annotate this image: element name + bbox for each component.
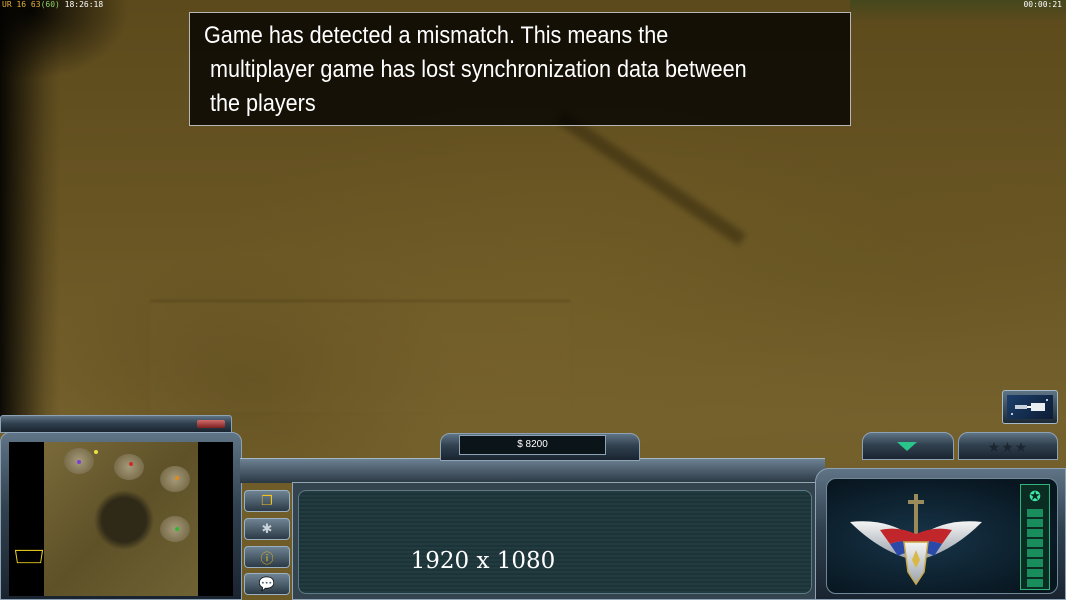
chat-icon: 💬: [258, 576, 276, 591]
radar-minimap[interactable]: [9, 442, 233, 596]
debug-clock: 18:26:18: [64, 0, 104, 9]
radar-top-strip: [0, 415, 232, 433]
resolution-text: 1920 x 1080: [410, 548, 556, 574]
debug-stats-values: 16 63: [16, 0, 41, 9]
command-bar: $ 8200 ❐ ✱ ⓘ 💬 1920 x 1080 ★★★ ✪: [0, 390, 1066, 600]
rank-segment: [1027, 539, 1043, 547]
dirt-road: [150, 300, 570, 412]
minimap-unit: [94, 450, 98, 454]
command-panel: [298, 490, 812, 594]
money-display: $ 8200: [459, 435, 606, 455]
minimap-base: [114, 454, 144, 480]
power-indicator: [197, 420, 225, 428]
rank-segment: [1027, 519, 1043, 527]
tire-track: [556, 111, 747, 246]
rank-segment: [1027, 549, 1043, 557]
minimap-unit: [175, 527, 179, 531]
down-arrow-icon: [897, 442, 917, 451]
minimap-unit: [77, 460, 81, 464]
alert-icon: ⓘ: [260, 550, 274, 566]
mismatch-line-3: the players: [210, 90, 316, 117]
minimap-unit: [175, 476, 179, 480]
debug-stats: UR 16 63(60) 18:26:18: [2, 0, 103, 9]
game-timer: 00:00:21: [1023, 0, 1062, 9]
satellite-view-button[interactable]: [1002, 390, 1058, 424]
windows-icon: ❐: [261, 493, 273, 508]
mismatch-message-box: Game has detected a mismatch. This means…: [189, 12, 851, 126]
minimap-unit: [129, 462, 133, 466]
debug-ur-label: UR: [2, 0, 12, 9]
mismatch-line-2: multiplayer game has lost synchronizatio…: [210, 56, 747, 83]
faction-emblem-icon: [850, 494, 982, 586]
rank-segment: [1027, 569, 1043, 577]
rank-segment: [1027, 559, 1043, 567]
control-bar-button[interactable]: ❐: [244, 490, 290, 512]
rank-star-icon: ✪: [1029, 488, 1041, 504]
minimap-camera-frame[interactable]: [14, 549, 44, 564]
chat-button[interactable]: 💬: [244, 573, 290, 595]
debug-fps: (60): [40, 0, 60, 9]
hide-bar-button[interactable]: [862, 432, 954, 460]
center-band: [240, 458, 825, 483]
rank-tab-button[interactable]: ★★★: [958, 432, 1058, 460]
rank-segment: [1027, 509, 1043, 517]
rank-meter: ✪: [1020, 484, 1050, 590]
generals-star-icon: ✱: [261, 521, 273, 536]
minimap-terrain[interactable]: [44, 442, 198, 596]
rank-segment: [1027, 579, 1043, 587]
mismatch-line-1: Game has detected a mismatch. This means…: [204, 22, 669, 49]
generals-powers-button[interactable]: ✱: [244, 518, 290, 540]
rank-segment: [1027, 529, 1043, 537]
satellite-icon: [1007, 395, 1053, 419]
terrain-shadow-corner: [0, 0, 130, 80]
alert-button[interactable]: ⓘ: [244, 546, 290, 568]
side-buttons: ❐ ✱ ⓘ 💬: [244, 488, 292, 598]
